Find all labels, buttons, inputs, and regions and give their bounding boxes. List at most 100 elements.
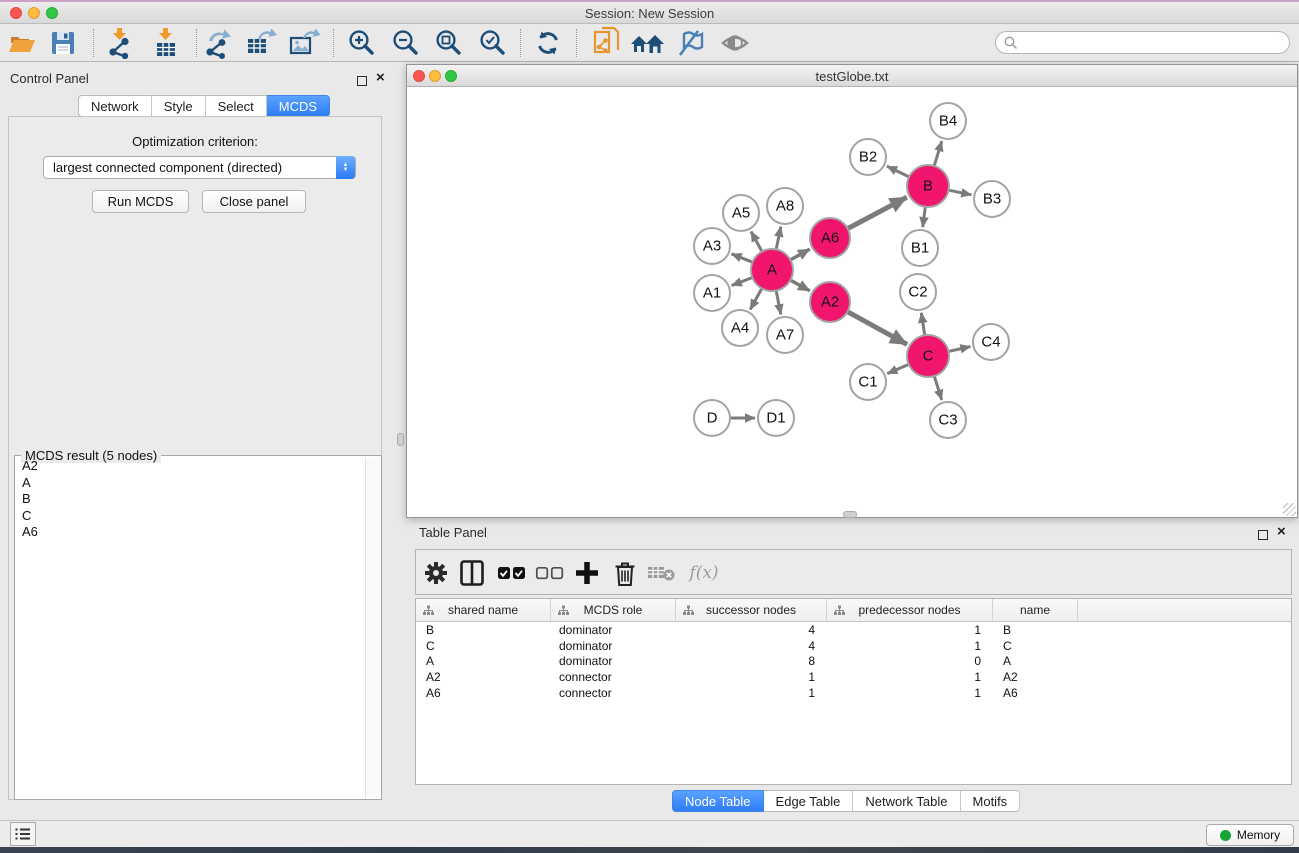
- table-panel-float-button[interactable]: [1258, 527, 1268, 545]
- mcds-result-item[interactable]: B: [15, 491, 367, 508]
- home-view-button[interactable]: [629, 26, 665, 60]
- tab-mcds[interactable]: MCDS: [267, 95, 330, 117]
- table-cell[interactable]: 1: [676, 686, 827, 702]
- table-cell[interactable]: 1: [676, 670, 827, 686]
- column-header-successor-nodes[interactable]: successor nodes: [676, 599, 827, 621]
- function-builder-button[interactable]: f(x): [682, 556, 726, 590]
- graph-edge-A6-B[interactable]: [848, 197, 907, 228]
- graph-edge-A-A8[interactable]: [776, 227, 781, 250]
- table-cell[interactable]: dominator: [551, 639, 676, 655]
- table-cell[interactable]: connector: [551, 670, 676, 686]
- table-cell[interactable]: dominator: [551, 623, 676, 639]
- table-cell[interactable]: 8: [676, 654, 827, 670]
- table-cell[interactable]: dominator: [551, 654, 676, 670]
- column-header-predecessor-nodes[interactable]: predecessor nodes: [827, 599, 993, 621]
- settings-gear-button[interactable]: [419, 556, 453, 590]
- graph-edge-C-C3[interactable]: [934, 376, 941, 400]
- table-cell[interactable]: 1: [827, 623, 993, 639]
- graph-edge-C-C2[interactable]: [921, 313, 925, 336]
- table-cell[interactable]: C: [993, 639, 1078, 655]
- search-input[interactable]: [1023, 36, 1289, 50]
- zoom-selected-button[interactable]: [474, 26, 510, 60]
- graph-edge-A-A3[interactable]: [731, 254, 752, 262]
- table-cell[interactable]: A6: [416, 686, 551, 702]
- table-row[interactable]: Cdominator41C: [416, 639, 1291, 655]
- table-cell[interactable]: A: [416, 654, 551, 670]
- export-network-button[interactable]: [200, 26, 236, 60]
- graph-edge-A-A2[interactable]: [790, 280, 809, 291]
- table-cell[interactable]: 4: [676, 639, 827, 655]
- tab-node-table[interactable]: Node Table: [672, 790, 764, 812]
- graph-edge-C-C1[interactable]: [887, 364, 908, 373]
- mcds-result-item[interactable]: A2: [15, 458, 367, 475]
- control-panel-float-button[interactable]: [357, 73, 367, 91]
- graph-edge-A2-C[interactable]: [848, 312, 907, 345]
- tab-style[interactable]: Style: [152, 95, 206, 117]
- graph-edge-A-A4[interactable]: [750, 288, 762, 309]
- network-graph[interactable]: ABCA6A2A1A3A4A5A7A8B1B2B3B4C1C2C3C4DD1: [407, 87, 1297, 517]
- run-mcds-button[interactable]: Run MCDS: [92, 190, 189, 213]
- tab-network-table[interactable]: Network Table: [853, 790, 960, 812]
- zoom-fit-button[interactable]: [430, 26, 466, 60]
- search-field[interactable]: [995, 31, 1290, 54]
- tab-select[interactable]: Select: [206, 95, 267, 117]
- import-table-button[interactable]: [148, 26, 184, 60]
- graph-edge-B-B3[interactable]: [949, 190, 972, 195]
- refresh-layout-button[interactable]: [530, 26, 566, 60]
- table-cell[interactable]: 1: [827, 670, 993, 686]
- tab-motifs[interactable]: Motifs: [961, 790, 1021, 812]
- save-session-button[interactable]: [45, 26, 81, 60]
- add-column-button[interactable]: [570, 556, 604, 590]
- graph-edge-A-A1[interactable]: [732, 278, 753, 286]
- table-cell[interactable]: A: [993, 654, 1078, 670]
- export-table-button[interactable]: [243, 26, 279, 60]
- desktop-vertical-scrollbar-thumb[interactable]: [397, 433, 404, 446]
- open-file-button[interactable]: [4, 26, 40, 60]
- graph-edge-A-A5[interactable]: [751, 231, 762, 251]
- graph-edge-C-C4[interactable]: [948, 347, 970, 352]
- table-cell[interactable]: B: [993, 623, 1078, 639]
- mcds-result-list[interactable]: A2ABCA6: [15, 458, 367, 799]
- network-canvas[interactable]: ABCA6A2A1A3A4A5A7A8B1B2B3B4C1C2C3C4DD1: [407, 87, 1297, 517]
- new-network-from-selection-button[interactable]: [589, 26, 625, 60]
- table-row[interactable]: Bdominator41B: [416, 623, 1291, 639]
- table-cell[interactable]: 1: [827, 686, 993, 702]
- table-cell[interactable]: C: [416, 639, 551, 655]
- table-row[interactable]: A6connector11A6: [416, 686, 1291, 702]
- memory-button[interactable]: Memory: [1206, 824, 1294, 846]
- column-header-shared-name[interactable]: shared name: [416, 599, 551, 621]
- tab-edge-table[interactable]: Edge Table: [764, 790, 854, 812]
- graph-edge-B-B1[interactable]: [923, 207, 926, 227]
- window-resize-grip[interactable]: [1283, 503, 1296, 516]
- table-panel-close-button[interactable]: ×: [1277, 527, 1286, 537]
- export-image-button[interactable]: [286, 26, 322, 60]
- mcds-result-item[interactable]: C: [15, 508, 367, 525]
- mcds-result-item[interactable]: A: [15, 475, 367, 492]
- table-cell[interactable]: 1: [827, 639, 993, 655]
- graph-edge-B-B2[interactable]: [887, 166, 909, 177]
- criterion-dropdown[interactable]: largest connected component (directed) ▲…: [43, 156, 356, 179]
- hide-details-button[interactable]: [672, 26, 708, 60]
- delete-table-button[interactable]: [645, 556, 679, 590]
- desktop-horizontal-scrollbar-thumb[interactable]: [843, 511, 857, 518]
- table-row[interactable]: A2connector11A2: [416, 670, 1291, 686]
- zoom-in-button[interactable]: [343, 26, 379, 60]
- table-cell[interactable]: 0: [827, 654, 993, 670]
- control-panel-close-button[interactable]: ×: [376, 73, 385, 83]
- table-cell[interactable]: A2: [993, 670, 1078, 686]
- column-header-name[interactable]: name: [993, 599, 1078, 621]
- close-panel-button[interactable]: Close panel: [202, 190, 306, 213]
- select-all-rows-button[interactable]: [495, 556, 529, 590]
- table-cell[interactable]: B: [416, 623, 551, 639]
- import-network-button[interactable]: [102, 26, 138, 60]
- zoom-out-button[interactable]: [387, 26, 423, 60]
- toggle-column-view-button[interactable]: [455, 556, 489, 590]
- delete-column-button[interactable]: [608, 556, 642, 590]
- deselect-all-rows-button[interactable]: [533, 556, 567, 590]
- table-cell[interactable]: connector: [551, 686, 676, 702]
- result-list-scrollbar[interactable]: [365, 457, 380, 799]
- graph-edge-B-B4[interactable]: [934, 141, 942, 166]
- column-header-MCDS-role[interactable]: MCDS role: [551, 599, 676, 621]
- tab-network[interactable]: Network: [78, 95, 152, 117]
- graph-edge-A-A6[interactable]: [790, 249, 809, 260]
